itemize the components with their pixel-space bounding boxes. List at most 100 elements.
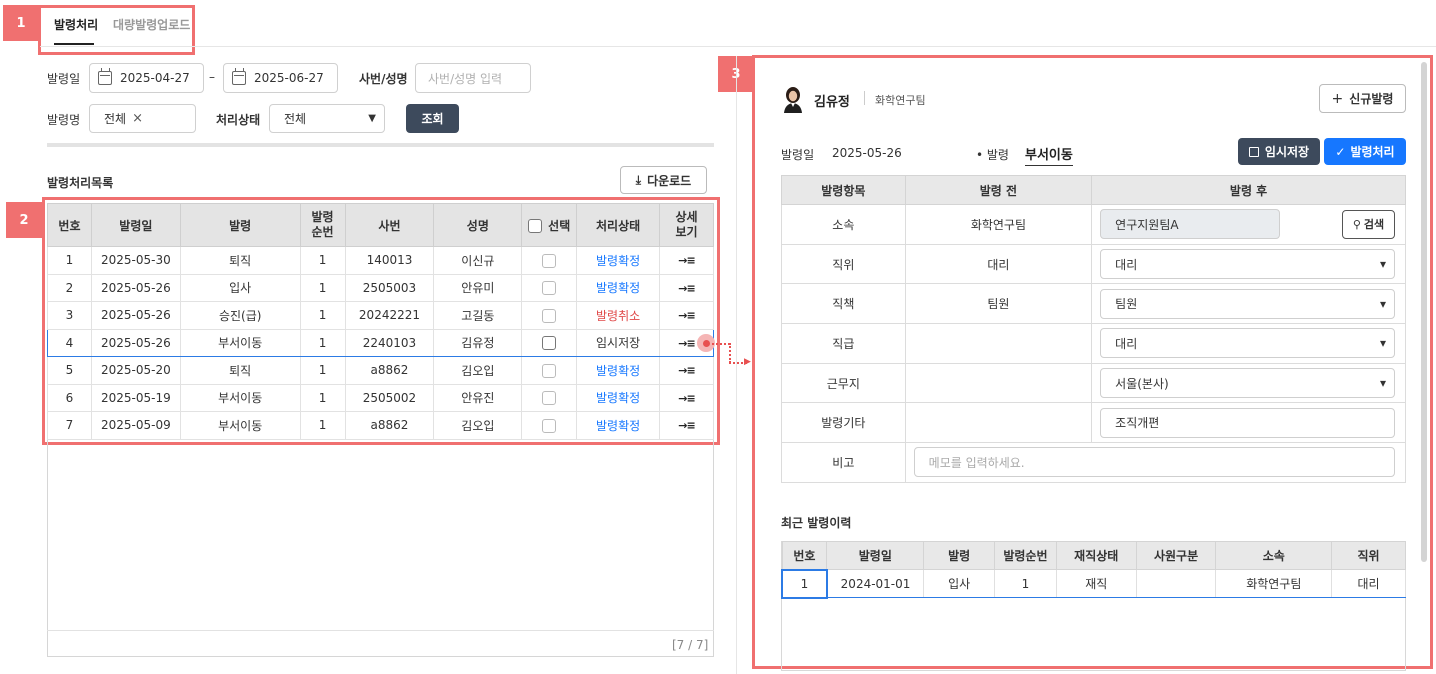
history-row[interactable]: 1 2024-01-01 입사 1 재직 화학연구팀 대리: [781, 568, 1406, 599]
after-text-input[interactable]: 조직개편: [1100, 407, 1395, 438]
detail-view-icon[interactable]: →≡: [678, 309, 695, 322]
cell-name: 고길동: [433, 301, 523, 330]
tab-bulk-upload[interactable]: 대량발령업로드: [113, 16, 190, 33]
date-from-field[interactable]: 2025-04-27: [89, 63, 204, 93]
annotation-marker-1: 1: [3, 5, 39, 41]
order-type-value: 부서이동: [1025, 144, 1073, 166]
detail-view-icon[interactable]: →≡: [678, 282, 695, 295]
emp-search-input[interactable]: 사번/성명 입력: [415, 63, 531, 93]
after-select[interactable]: 서울(본사) ▾: [1100, 368, 1395, 399]
cell-select: [521, 384, 578, 412]
download-button[interactable]: ⤓ 다운로드: [620, 166, 707, 194]
table-row[interactable]: 3 2025-05-26 승진(급) 1 20242221 고길동 발령취소 →≡: [47, 301, 714, 330]
search-button[interactable]: 조회: [406, 104, 459, 133]
connector-line: [729, 343, 731, 363]
detail-view-icon[interactable]: →≡: [678, 364, 695, 377]
history-col-emp-type[interactable]: 사원구분: [1135, 541, 1217, 570]
chevron-down-icon: ▼: [368, 113, 376, 124]
list-title: 발령처리목록: [47, 176, 114, 190]
cell-type: 퇴직: [180, 356, 301, 385]
new-order-button-label: 신규발령: [1349, 92, 1394, 106]
history-cell-seq: 1: [994, 569, 1057, 598]
memo-input[interactable]: 메모를 입력하세요.: [913, 447, 1395, 478]
table-row[interactable]: 7 2025-05-09 부서이동 1 a8862 김오입 발령확정 →≡: [47, 411, 714, 440]
col-header-emp-no[interactable]: 사번: [344, 203, 435, 247]
after-select[interactable]: 팀원 ▾: [1100, 288, 1395, 319]
history-col-seq[interactable]: 발령순번: [994, 541, 1057, 570]
row-checkbox[interactable]: [542, 281, 557, 295]
col-header-no[interactable]: 번호: [47, 203, 92, 247]
row-checkbox[interactable]: [542, 308, 557, 323]
tab-process[interactable]: 발령처리: [54, 16, 98, 33]
cell-seq: 1: [300, 246, 346, 275]
detail-view-icon[interactable]: →≡: [678, 337, 695, 350]
detail-row: 직위 대리 대리 ▾: [781, 243, 1406, 285]
connector-line: [712, 343, 730, 345]
new-order-button[interactable]: + 신규발령: [1319, 84, 1406, 113]
history-col-type[interactable]: 발령: [923, 541, 996, 570]
col-header-date[interactable]: 발령일: [90, 203, 181, 247]
table-row[interactable]: 4 2025-05-26 부서이동 1 2240103 김유정 임시저장 →≡: [47, 328, 714, 357]
type-multiselect[interactable]: 전체 ×: [89, 104, 196, 133]
cell-select: [521, 328, 578, 357]
date-to-field[interactable]: 2025-06-27: [223, 63, 338, 93]
detail-item-label: 직위: [781, 243, 906, 285]
cell-name: 김유정: [433, 328, 523, 357]
cell-select: [521, 356, 578, 385]
chip-remove-icon[interactable]: ×: [132, 111, 143, 126]
row-checkbox[interactable]: [542, 418, 557, 433]
history-cell-date: 2024-01-01: [826, 569, 925, 598]
history-col-dept[interactable]: 소속: [1215, 541, 1333, 570]
table-row[interactable]: 1 2025-05-30 퇴직 1 140013 이신규 발령확정 →≡: [47, 246, 714, 275]
col-header-name[interactable]: 성명: [433, 203, 523, 247]
history-col-no[interactable]: 번호: [781, 541, 828, 570]
table-row[interactable]: 2 2025-05-26 입사 1 2505003 안유미 발령확정 →≡: [47, 274, 714, 302]
temp-save-button[interactable]: 임시저장: [1238, 138, 1320, 165]
row-checkbox[interactable]: [542, 336, 557, 350]
col-header-seq[interactable]: 발령 순번: [299, 203, 346, 247]
after-select[interactable]: 대리 ▾: [1100, 249, 1395, 280]
cell-emp-no: a8862: [345, 356, 435, 385]
panel-scrollbar[interactable]: [1421, 62, 1427, 562]
select-all-checkbox[interactable]: [528, 219, 543, 233]
table-row[interactable]: 6 2025-05-19 부서이동 1 2505002 안유진 발령확정 →≡: [47, 384, 714, 412]
history-col-position[interactable]: 직위: [1331, 541, 1406, 570]
order-type-label: • 발령: [976, 148, 1009, 162]
col-header-status[interactable]: 처리상태: [576, 203, 661, 247]
grid-footer-divider: [47, 630, 714, 631]
history-col-status[interactable]: 재직상태: [1055, 541, 1137, 570]
emp-search-placeholder: 사번/성명 입력: [428, 71, 503, 86]
cell-type: 부서이동: [180, 411, 301, 440]
dept-search-button-label: 검색: [1363, 218, 1385, 232]
detail-before-value: [904, 362, 1093, 404]
col-header-type[interactable]: 발령: [179, 203, 301, 247]
detail-view-icon[interactable]: →≡: [678, 392, 695, 405]
table-row[interactable]: 5 2025-05-20 퇴직 1 a8862 김오입 발령확정 →≡: [47, 356, 714, 385]
process-order-button[interactable]: ✓ 발령처리: [1324, 138, 1406, 165]
cell-select: [521, 274, 578, 302]
dept-search-button[interactable]: ⚲ 검색: [1342, 209, 1395, 239]
detail-after-cell: 대리 ▾: [1091, 243, 1406, 285]
cell-no: 7: [47, 411, 92, 440]
cell-date: 2025-05-26: [91, 274, 181, 302]
col-header-detail[interactable]: 상세 보기: [659, 203, 714, 247]
cell-date: 2025-05-30: [91, 246, 181, 275]
after-select[interactable]: 대리 ▾: [1100, 328, 1395, 359]
history-table: 번호 발령일 발령 발령순번 재직상태 사원구분 소속 직위 1 2024-01-…: [781, 541, 1406, 599]
cell-emp-no: 2240103: [345, 328, 435, 357]
cell-emp-no: 20242221: [345, 301, 435, 330]
status-select[interactable]: 전체 ▼: [269, 104, 385, 133]
history-cell-status: 재직: [1056, 569, 1137, 598]
detail-view-icon[interactable]: →≡: [678, 254, 695, 267]
history-col-date[interactable]: 발령일: [826, 541, 925, 570]
cell-name: 안유진: [433, 384, 523, 412]
col-header-select[interactable]: 선택: [521, 203, 578, 247]
detail-item-label: 발령기타: [781, 402, 906, 444]
row-checkbox[interactable]: [542, 253, 557, 268]
detail-view-icon[interactable]: →≡: [678, 419, 695, 432]
detail-before-value: [904, 323, 1093, 364]
name-divider: [864, 91, 865, 105]
row-checkbox[interactable]: [542, 391, 557, 405]
row-checkbox[interactable]: [542, 363, 557, 378]
tab-divider: [40, 46, 1436, 47]
